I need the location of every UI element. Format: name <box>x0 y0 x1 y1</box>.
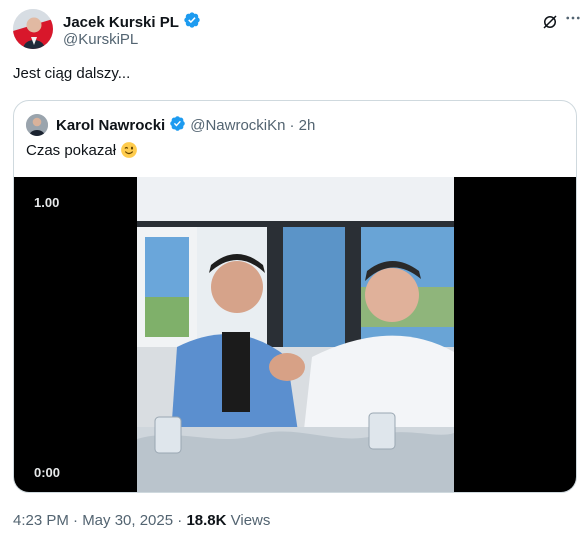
video-player[interactable]: 1.00 0:00 <box>14 177 576 492</box>
quoted-post[interactable]: Karol Nawrocki @NawrockiKn · 2h Czas pok… <box>13 100 577 493</box>
quoted-author-handle[interactable]: @NawrockiKn <box>190 117 285 134</box>
video-time: 0:00 <box>34 465 61 480</box>
post-header: Jacek Kurski PL @KurskiPL <box>13 9 580 53</box>
more-icon[interactable] <box>563 9 583 33</box>
playback-speed[interactable]: 1.00 <box>34 195 59 210</box>
quoted-post-age: · 2h <box>289 116 316 134</box>
post-timestamp[interactable]: 4:23 PM · May 30, 2025 <box>13 512 173 529</box>
grok-icon[interactable] <box>539 11 561 33</box>
author-avatar[interactable] <box>13 9 53 49</box>
meta-separator: · <box>173 512 187 529</box>
post-text: Jest ciąg dalszy... <box>13 65 131 82</box>
wink-emoji-icon <box>120 141 138 159</box>
quoted-author-name[interactable]: Karol Nawrocki <box>56 117 165 134</box>
author-name[interactable]: Jacek Kurski PL <box>63 14 179 31</box>
views-label: Views <box>226 512 271 529</box>
post-meta: 4:23 PM · May 30, 2025 · 18.8K Views <box>13 512 270 529</box>
quoted-post-text: Czas pokazał <box>26 141 117 159</box>
author-handle[interactable]: @KurskiPL <box>63 31 138 48</box>
video-frame[interactable] <box>137 177 454 492</box>
views-count: 18.8K <box>186 512 227 529</box>
quoted-author-avatar[interactable] <box>26 114 48 136</box>
verified-badge-icon <box>169 115 186 136</box>
verified-badge-icon <box>183 11 201 34</box>
